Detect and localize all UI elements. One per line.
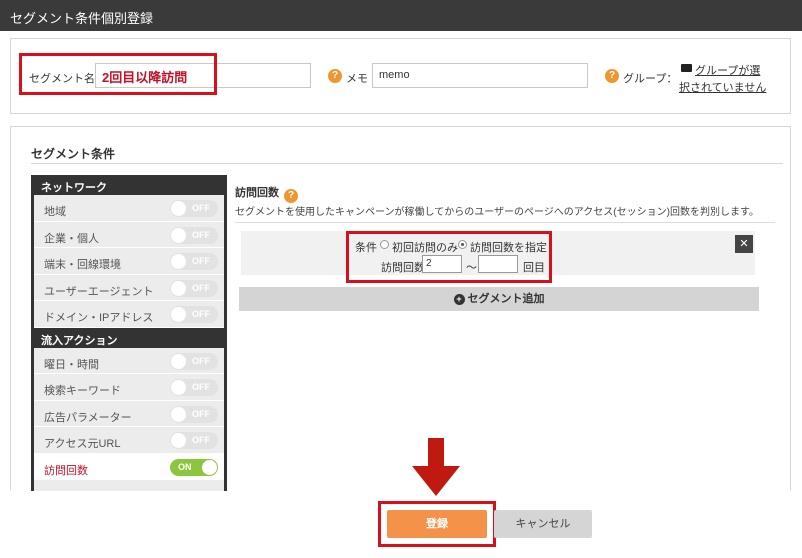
sidebar-item-label: 検索キーワード <box>44 385 121 397</box>
toggle-state: OFF <box>192 355 210 366</box>
visit-count-description: セグメントを使用したキャンペーンが稼働してからのユーザーのページへのアクセス(セ… <box>235 207 759 218</box>
toggle-switch[interactable]: OFF <box>170 200 218 217</box>
condition-sidebar: ネットワーク 地域 OFF 企業・個人 OFF 端末・回線環境 OFF ユーザー… <box>31 175 227 491</box>
sidebar-item-user-agent[interactable]: ユーザーエージェント OFF <box>34 275 224 301</box>
sidebar-item-label: 曜日・時間 <box>44 358 99 371</box>
segment-info-panel: セグメント名 2回目以降訪問 ? メモ memo ? グループ： グループが選 … <box>10 38 791 114</box>
sidebar-header-inflow: 流入アクション <box>34 327 224 348</box>
memo-help-icon[interactable]: ? <box>328 69 342 83</box>
page-title-bar: セグメント条件個別登録 <box>0 0 802 31</box>
divider <box>235 222 775 223</box>
toggle-state: OFF <box>192 282 210 293</box>
sidebar-item-ad-parameter[interactable]: 広告パラメーター OFF <box>34 401 224 427</box>
sidebar-item-label: 端末・回線環境 <box>44 259 121 271</box>
sidebar-item-weekday-time[interactable]: 曜日・時間 OFF <box>34 348 224 374</box>
toggle-switch[interactable]: OFF <box>170 432 218 449</box>
folder-icon <box>681 64 692 72</box>
toggle-state: OFF <box>192 203 210 213</box>
arrow-down-head <box>412 466 460 496</box>
toggle-switch[interactable]: OFF <box>170 379 218 396</box>
group-help-icon[interactable]: ? <box>605 69 619 83</box>
sidebar-item-label: ドメイン・IPアドレス <box>44 312 154 324</box>
toggle-state: OFF <box>192 408 210 419</box>
toggle-state: OFF <box>192 382 210 392</box>
sidebar-item-domain-ip[interactable]: ドメイン・IPアドレス OFF <box>34 301 224 328</box>
condition-content: 訪問回数 ? セグメントを使用したキャンペーンが稼働してからのユーザーのページへ… <box>235 175 783 491</box>
toggle-state: OFF <box>192 435 210 445</box>
sidebar-item-company[interactable]: 企業・個人 OFF <box>34 222 224 248</box>
submit-button[interactable]: 登録 <box>387 510 487 538</box>
toggle-switch[interactable]: ON <box>170 458 218 476</box>
page-title: セグメント条件個別登録 <box>10 11 154 26</box>
segment-conditions-panel: セグメント条件 ネットワーク 地域 OFF 企業・個人 OFF 端末・回線環境 … <box>10 126 791 491</box>
highlight-condition <box>346 231 552 283</box>
visit-count-help-icon[interactable]: ? <box>284 189 299 203</box>
toggle-state: ON <box>178 461 192 472</box>
sidebar-header-network: ネットワーク <box>34 175 224 195</box>
divider <box>31 163 783 164</box>
sidebar-item-label: 広告パラメーター <box>44 411 132 424</box>
sidebar-item-visit-count[interactable]: 訪問回数 ON <box>34 453 224 480</box>
arrow-down-icon <box>428 438 444 468</box>
toggle-switch[interactable]: OFF <box>170 226 218 244</box>
toggle-state: OFF <box>192 256 210 266</box>
highlight-segment-name <box>19 53 217 95</box>
memo-label: メモ <box>346 73 368 85</box>
add-segment-button[interactable]: + セグメント追加 <box>239 287 759 311</box>
toggle-switch[interactable]: OFF <box>170 306 218 323</box>
sidebar-item-label: ユーザーエージェント <box>44 285 154 298</box>
sidebar-item-referrer-url[interactable]: アクセス元URL OFF <box>34 427 224 454</box>
plus-circle-icon: + <box>453 293 465 305</box>
visit-count-title-text: 訪問回数 <box>235 187 279 199</box>
toggle-switch[interactable]: OFF <box>170 352 218 370</box>
cancel-button[interactable]: キャンセル <box>494 510 592 538</box>
sidebar-item-search-keyword[interactable]: 検索キーワード OFF <box>34 374 224 401</box>
add-segment-label: セグメント追加 <box>467 293 545 305</box>
toggle-switch[interactable]: OFF <box>170 253 218 270</box>
toggle-state: OFF <box>192 229 210 240</box>
group-select-link-line2[interactable]: 択されていません <box>679 79 766 95</box>
sidebar-item-label: 訪問回数 <box>44 464 88 477</box>
group-label: グループ： <box>623 73 678 85</box>
toggle-switch[interactable]: OFF <box>170 405 218 423</box>
memo-input[interactable]: memo <box>372 63 588 88</box>
toggle-switch[interactable]: OFF <box>170 279 218 297</box>
sidebar-item-label: 地域 <box>44 206 66 218</box>
segment-conditions-title: セグメント条件 <box>31 147 116 161</box>
visit-count-title: 訪問回数 ? <box>235 184 299 203</box>
toggle-state: OFF <box>192 309 210 319</box>
group-select-link[interactable]: グループが選 <box>695 62 760 78</box>
sidebar-item-region[interactable]: 地域 OFF <box>34 195 224 222</box>
sidebar-item-label: 企業・個人 <box>44 232 99 245</box>
close-icon[interactable]: ✕ <box>735 235 753 253</box>
sidebar-item-device[interactable]: 端末・回線環境 OFF <box>34 248 224 275</box>
sidebar-item-label: アクセス元URL <box>44 438 121 450</box>
